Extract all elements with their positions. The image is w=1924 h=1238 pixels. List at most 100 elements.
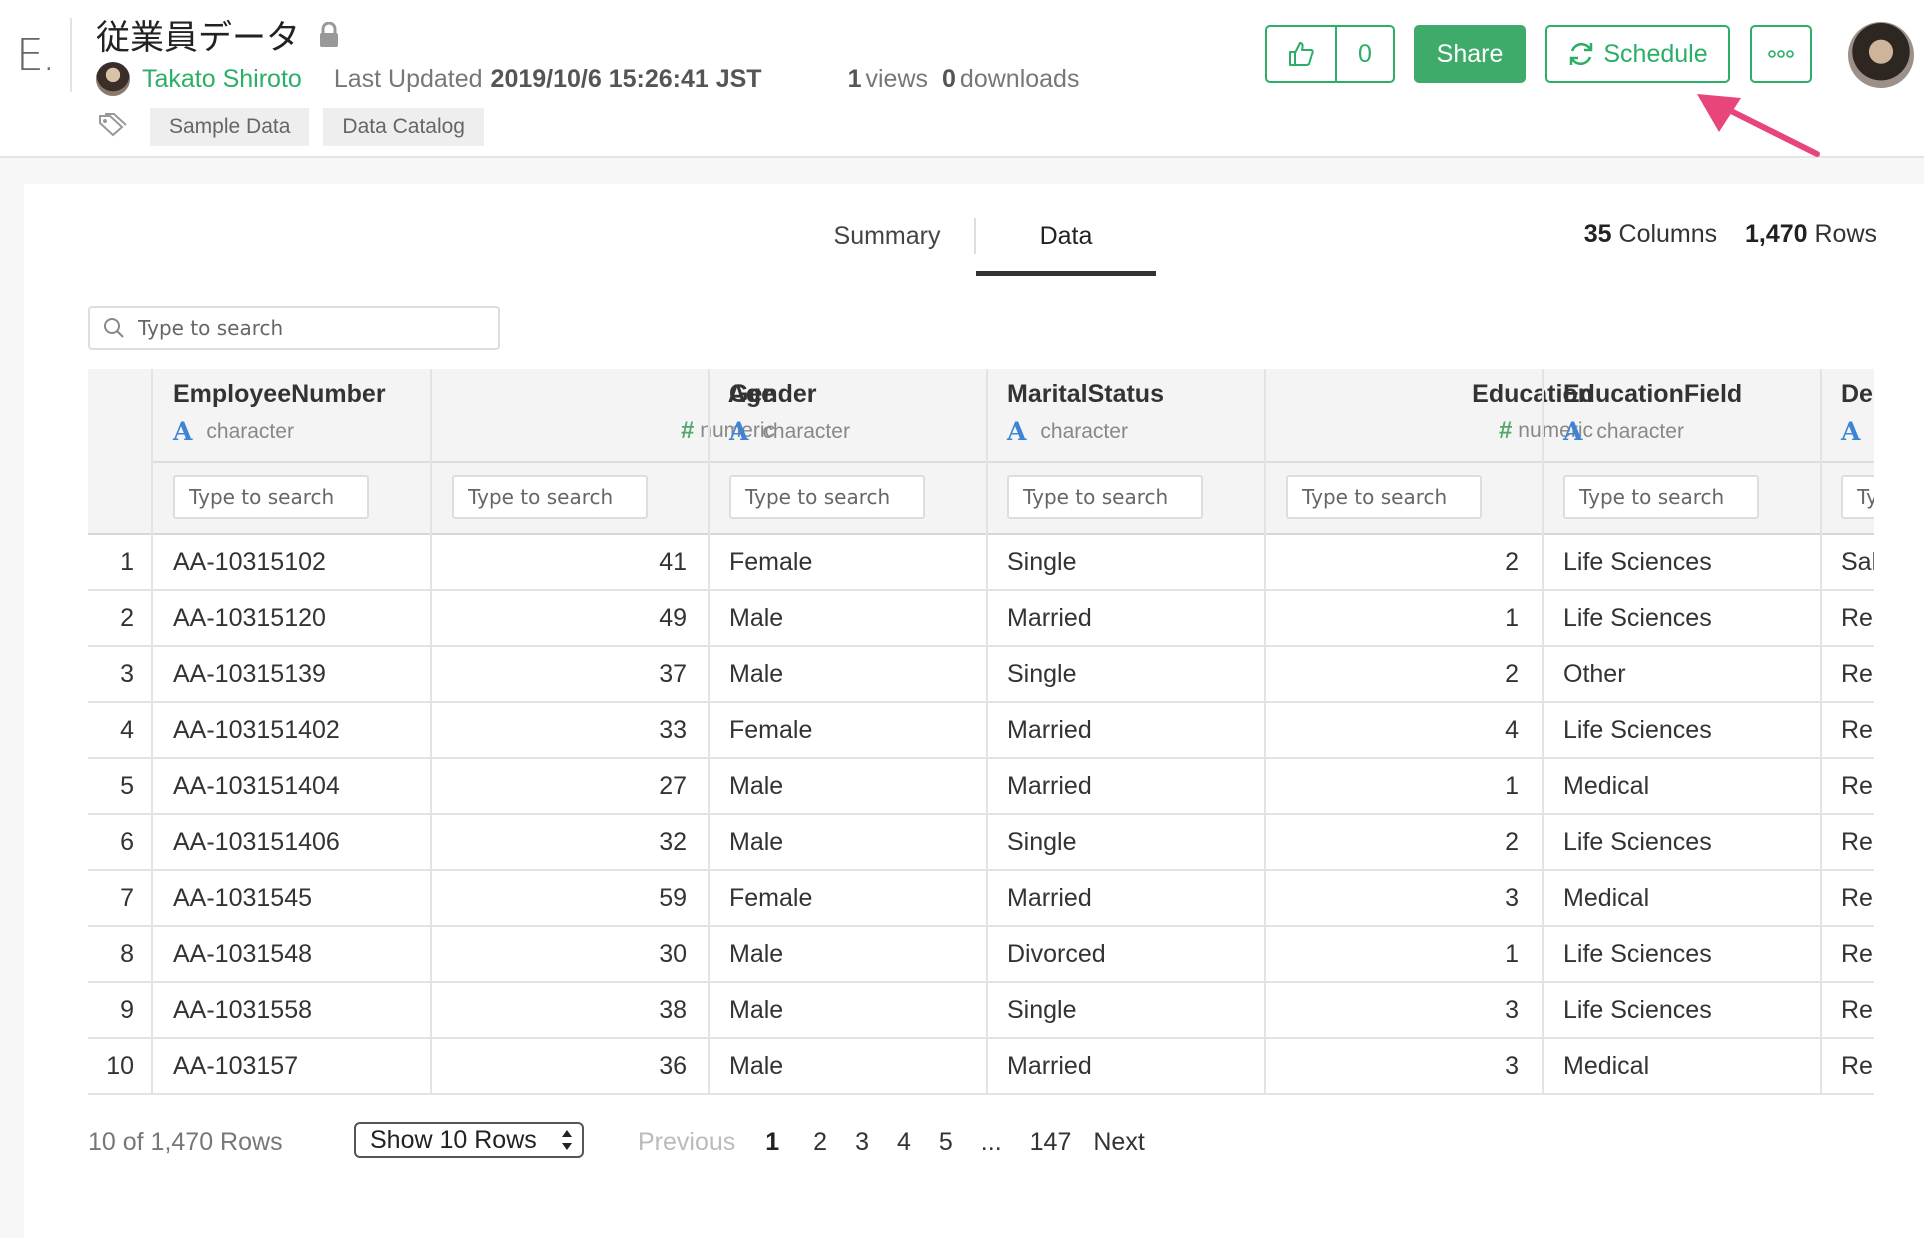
author-link[interactable]: Takato Shiroto [142,65,302,94]
cell-education: 3 [1505,1052,1519,1080]
cell-educationfield: Life Sciences [1563,996,1712,1024]
table-row[interactable]: 5 AA-103151404 27 Male Married 1 Medical Res [88,759,1874,815]
cell-education: 3 [1505,884,1519,912]
cell-age: 27 [659,772,687,800]
updated-value: 2019/10/6 15:26:41 JST [490,64,762,93]
cell-employeenumber: AA-103151406 [173,828,340,856]
cell-education: 2 [1505,828,1519,856]
cell-maritalstatus: Single [1007,828,1077,856]
cell-education: 1 [1505,772,1519,800]
like-button[interactable]: 0 [1265,25,1395,83]
column-type-gender: A character [729,417,850,446]
page-5-button[interactable]: 5 [939,1122,953,1162]
cell-gender: Male [729,996,784,1024]
global-search[interactable] [88,306,500,350]
cell-education: 2 [1505,660,1519,688]
cell-educationfield: Life Sciences [1563,716,1712,744]
table-row[interactable]: 6 AA-103151406 32 Male Single 2 Life Sciences R… [88,815,1874,871]
column-title-educationfield[interactable]: EducationField [1563,380,1742,409]
column-title-employeenumber[interactable]: EmployeeNumber [173,380,386,409]
cell-maritalstatus: Divorced [1007,940,1106,968]
refresh-icon [1570,42,1593,66]
search-input[interactable] [136,315,480,341]
page-2-button[interactable]: 2 [813,1122,827,1162]
author-avatar[interactable] [96,62,130,96]
app-logo[interactable]: E. [16,30,56,81]
share-button[interactable]: Share [1414,25,1526,83]
tab-data[interactable]: Data [976,218,1156,276]
rows-per-page-select[interactable]: Show 10 Rows [354,1122,584,1158]
column-search-maritalstatus[interactable] [1007,475,1203,519]
column-search-gender[interactable] [729,475,925,519]
more-button[interactable] [1750,25,1812,83]
cell-educationfield: Life Sciences [1563,604,1712,632]
row-index: 9 [120,996,134,1024]
thumbs-up-icon[interactable] [1267,27,1337,81]
character-type-icon: A [1007,417,1027,446]
page-3-button[interactable]: 3 [855,1122,869,1162]
column-title-department[interactable]: De [1841,380,1873,409]
cell-department: Res [1841,940,1874,968]
cell-employeenumber: AA-1031558 [173,996,313,1024]
row-index: 8 [120,940,134,968]
table-row[interactable]: 8 AA-1031548 30 Male Divorced 1 Life Sciences R… [88,927,1874,983]
table-row[interactable]: 7 AA-1031545 59 Female Married 3 Medical Res [88,871,1874,927]
row-index: 7 [120,884,134,912]
column-title-maritalstatus[interactable]: MaritalStatus [1007,380,1164,409]
cell-employeenumber: AA-10315139 [173,660,326,688]
cell-maritalstatus: Married [1007,772,1092,800]
column-search-education[interactable] [1286,475,1482,519]
more-icon [1768,50,1794,58]
header-divider [70,18,72,92]
tag-sample-data[interactable]: Sample Data [150,108,310,146]
cell-education: 4 [1505,716,1519,744]
column-search-age[interactable] [452,475,648,519]
dataset-counts: 35 Columns 1,470 Rows [1584,220,1877,249]
column-title-gender[interactable]: Gender [729,380,817,409]
title-row: 従業員データ [96,10,340,59]
column-type-employeenumber: A character [173,417,294,446]
cell-age: 33 [659,716,687,744]
tab-summary[interactable]: Summary [800,218,974,276]
cell-maritalstatus: Single [1007,660,1077,688]
cell-department: Res [1841,996,1874,1024]
rows-label: Rows [1814,220,1877,248]
downloads-label: downloads [959,64,1080,93]
table-row[interactable]: 2 AA-10315120 49 Male Married 1 Life Sciences R… [88,591,1874,647]
page-ellipsis: ... [980,1128,1002,1156]
cell-department: Sal [1841,548,1874,576]
page-147-button[interactable]: 147 [1030,1122,1072,1162]
table-header: EmployeeNumber A character Age # numeric… [88,369,1874,535]
previous-page-button[interactable]: Previous [638,1122,735,1162]
table-row[interactable]: 9 AA-1031558 38 Male Single 3 Life Sciences Res [88,983,1874,1039]
cell-department: Res [1841,828,1874,856]
page-4-button[interactable]: 4 [897,1122,911,1162]
rows-per-page-value: Show 10 Rows [370,1125,537,1154]
updated-label: Last Updated [333,64,483,93]
cell-maritalstatus: Single [1007,548,1077,576]
page-1-button[interactable]: 1 [765,1122,779,1162]
user-avatar[interactable] [1848,22,1914,88]
table-row[interactable]: 4 AA-103151402 33 Female Married 4 Life Scienc… [88,703,1874,759]
column-search-employeenumber[interactable] [173,475,369,519]
next-page-button[interactable]: Next [1093,1122,1144,1162]
columns-label: Columns [1618,220,1718,248]
column-search-department[interactable] [1841,475,1874,519]
cell-department: Res [1841,884,1874,912]
table-row[interactable]: 1 AA-10315102 41 Female Single 2 Life Sciences… [88,535,1874,591]
search-icon [104,318,124,338]
lock-icon [318,21,340,53]
cell-department: Res [1841,604,1874,632]
table-row[interactable]: 3 AA-10315139 37 Male Single 2 Other Res [88,647,1874,703]
cell-gender: Male [729,1052,784,1080]
character-type-icon: A [1563,417,1583,446]
cell-employeenumber: AA-1031548 [173,940,313,968]
cell-age: 41 [659,548,687,576]
tag-icon [98,112,128,142]
cell-employeenumber: AA-103151402 [173,716,340,744]
tag-data-catalog[interactable]: Data Catalog [323,108,484,146]
cell-age: 49 [659,604,687,632]
column-search-educationfield[interactable] [1563,475,1759,519]
schedule-button[interactable]: Schedule [1545,25,1730,83]
table-row[interactable]: 10 AA-103157 36 Male Married 3 Medical Res [88,1039,1874,1095]
